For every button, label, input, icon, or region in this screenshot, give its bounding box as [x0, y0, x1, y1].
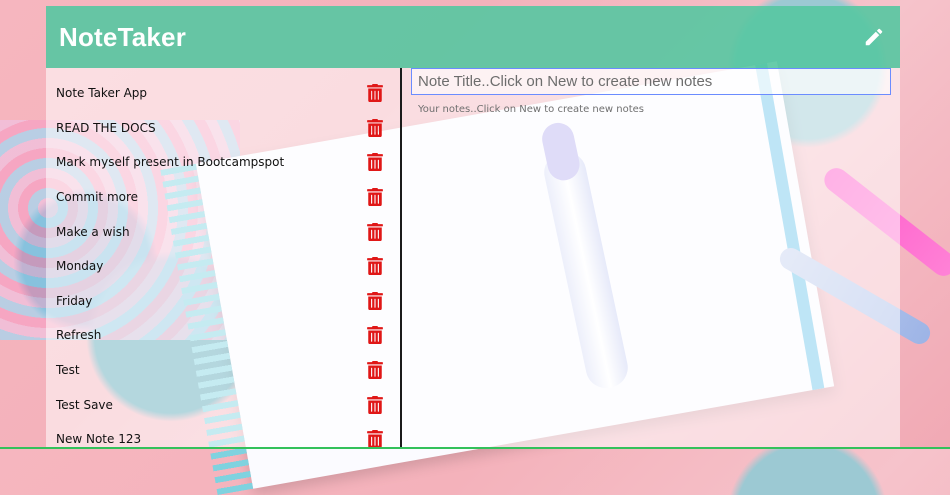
note-title: Monday — [56, 259, 104, 274]
note-editor — [402, 68, 900, 494]
note-list-item[interactable]: Commit more — [46, 180, 400, 215]
note-title: Refresh — [56, 328, 102, 343]
note-title: Mark myself present in Bootcampspot — [56, 155, 285, 170]
notes-list: Note Taker App READ THE DOCS Mark myself… — [46, 68, 402, 449]
note-title: Make a wish — [56, 224, 130, 239]
notes-list-inner: Note Taker App READ THE DOCS Mark myself… — [46, 68, 400, 457]
trash-icon[interactable] — [366, 153, 384, 172]
note-title: Note Taker App — [56, 86, 148, 101]
note-title: New Note 123 — [56, 432, 142, 447]
note-list-item[interactable]: READ THE DOCS — [46, 111, 400, 146]
note-list-item[interactable]: Refresh — [46, 318, 400, 353]
note-list-item[interactable]: Mark myself present in Bootcampspot — [46, 145, 400, 180]
note-list-item[interactable]: New Note 123 — [46, 422, 400, 457]
note-title: Test — [56, 363, 80, 378]
note-title: Friday — [56, 293, 93, 308]
note-list-item[interactable]: Test Save — [46, 387, 400, 422]
trash-icon[interactable] — [366, 222, 384, 241]
trash-icon[interactable] — [366, 395, 384, 414]
app-title: NoteTaker — [59, 21, 187, 52]
note-title-input[interactable] — [411, 68, 891, 95]
note-list-item[interactable]: Note Taker App — [46, 76, 400, 111]
top-header: NoteTaker — [46, 6, 900, 68]
note-list-item[interactable]: Test — [46, 353, 400, 388]
trash-icon[interactable] — [366, 361, 384, 380]
note-list-item[interactable]: Make a wish — [46, 214, 400, 249]
note-taker-app: NoteTaker Note Taker App READ THE DOCS M… — [46, 6, 900, 494]
trash-icon[interactable] — [366, 84, 384, 103]
note-body-textarea[interactable] — [418, 104, 888, 494]
trash-icon[interactable] — [366, 188, 384, 207]
note-list-item[interactable]: Friday — [46, 284, 400, 319]
trash-icon[interactable] — [366, 430, 384, 449]
trash-icon[interactable] — [366, 257, 384, 276]
note-title: Test Save — [56, 397, 113, 412]
trash-icon[interactable] — [366, 291, 384, 310]
note-list-item[interactable]: Monday — [46, 249, 400, 284]
note-title: Commit more — [56, 190, 139, 205]
pencil-icon[interactable] — [862, 25, 886, 49]
main-content: Note Taker App READ THE DOCS Mark myself… — [46, 68, 900, 494]
trash-icon[interactable] — [366, 326, 384, 345]
note-title: READ THE DOCS — [56, 120, 156, 135]
trash-icon[interactable] — [366, 118, 384, 137]
